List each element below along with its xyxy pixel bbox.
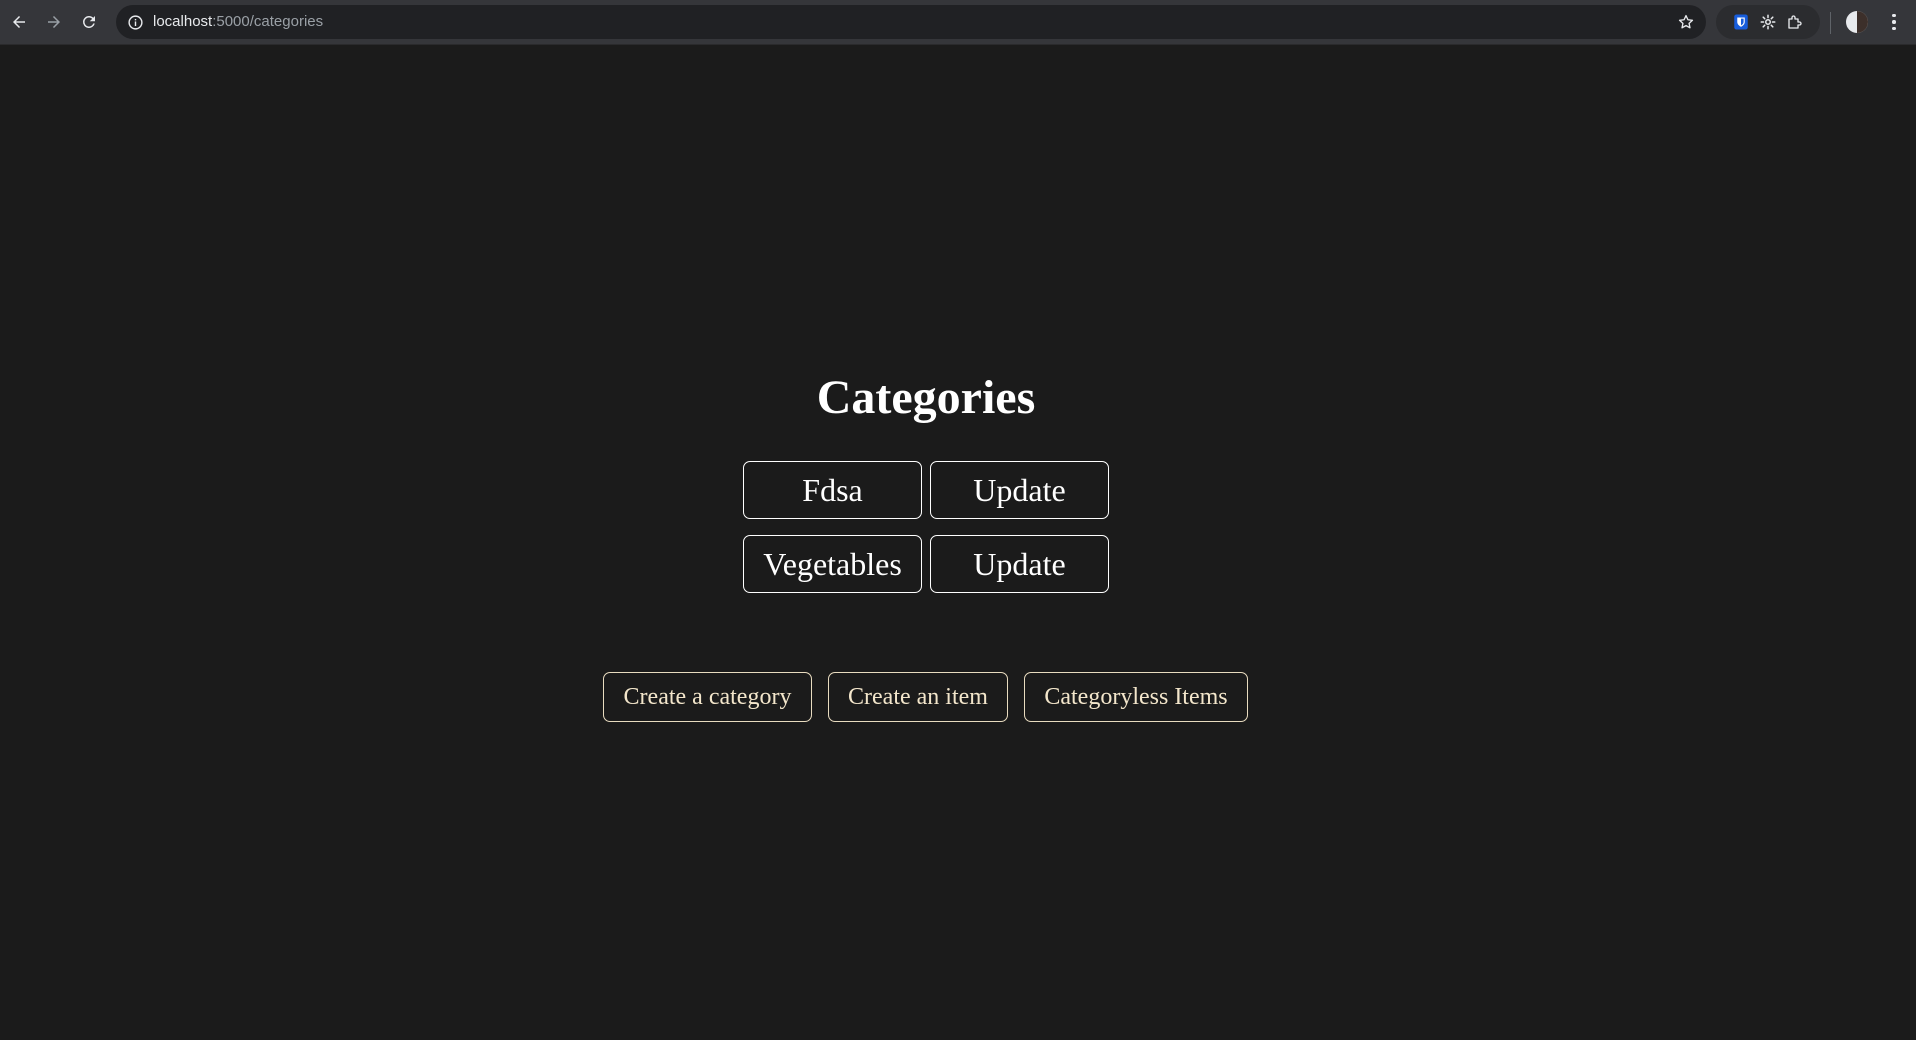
extension-gear-icon[interactable]: [1758, 12, 1778, 32]
categoryless-items-button[interactable]: Categoryless Items: [1024, 672, 1248, 722]
forward-button[interactable]: [39, 7, 69, 37]
reload-icon: [82, 15, 95, 28]
browser-toolbar: localhost:5000/categories: [0, 0, 1916, 45]
page-body: Categories Fdsa Update Vegetables Update…: [0, 45, 1916, 1040]
back-button[interactable]: [4, 7, 34, 37]
toolbar-divider: [1830, 12, 1831, 34]
reload-button[interactable]: [74, 7, 104, 37]
site-info-icon[interactable]: [126, 13, 144, 31]
category-button[interactable]: Vegetables: [743, 535, 922, 593]
url-path: :5000/categories: [212, 13, 324, 30]
url-text[interactable]: localhost:5000/categories: [153, 5, 323, 39]
update-button[interactable]: Update: [930, 461, 1109, 519]
category-button[interactable]: Fdsa: [743, 461, 922, 519]
extensions-group: [1716, 5, 1820, 39]
category-row: Fdsa Update: [743, 461, 1109, 519]
address-bar[interactable]: localhost:5000/categories: [116, 5, 1706, 39]
back-arrow-icon: [13, 16, 25, 28]
create-item-button[interactable]: Create an item: [828, 672, 1008, 722]
category-row: Vegetables Update: [743, 535, 1109, 593]
bitwarden-shield-icon[interactable]: [1731, 12, 1751, 32]
page-title: Categories: [816, 371, 1036, 424]
forward-arrow-icon: [48, 16, 60, 28]
update-button[interactable]: Update: [930, 535, 1109, 593]
url-host: localhost: [153, 13, 213, 30]
extensions-puzzle-icon[interactable]: [1785, 12, 1805, 32]
kebab-menu-icon[interactable]: [1882, 9, 1906, 35]
action-buttons: Create a category Create an item Categor…: [0, 672, 1916, 722]
create-category-button[interactable]: Create a category: [603, 672, 812, 722]
bookmark-star-icon[interactable]: [1676, 12, 1696, 32]
profile-avatar[interactable]: [1846, 11, 1868, 33]
